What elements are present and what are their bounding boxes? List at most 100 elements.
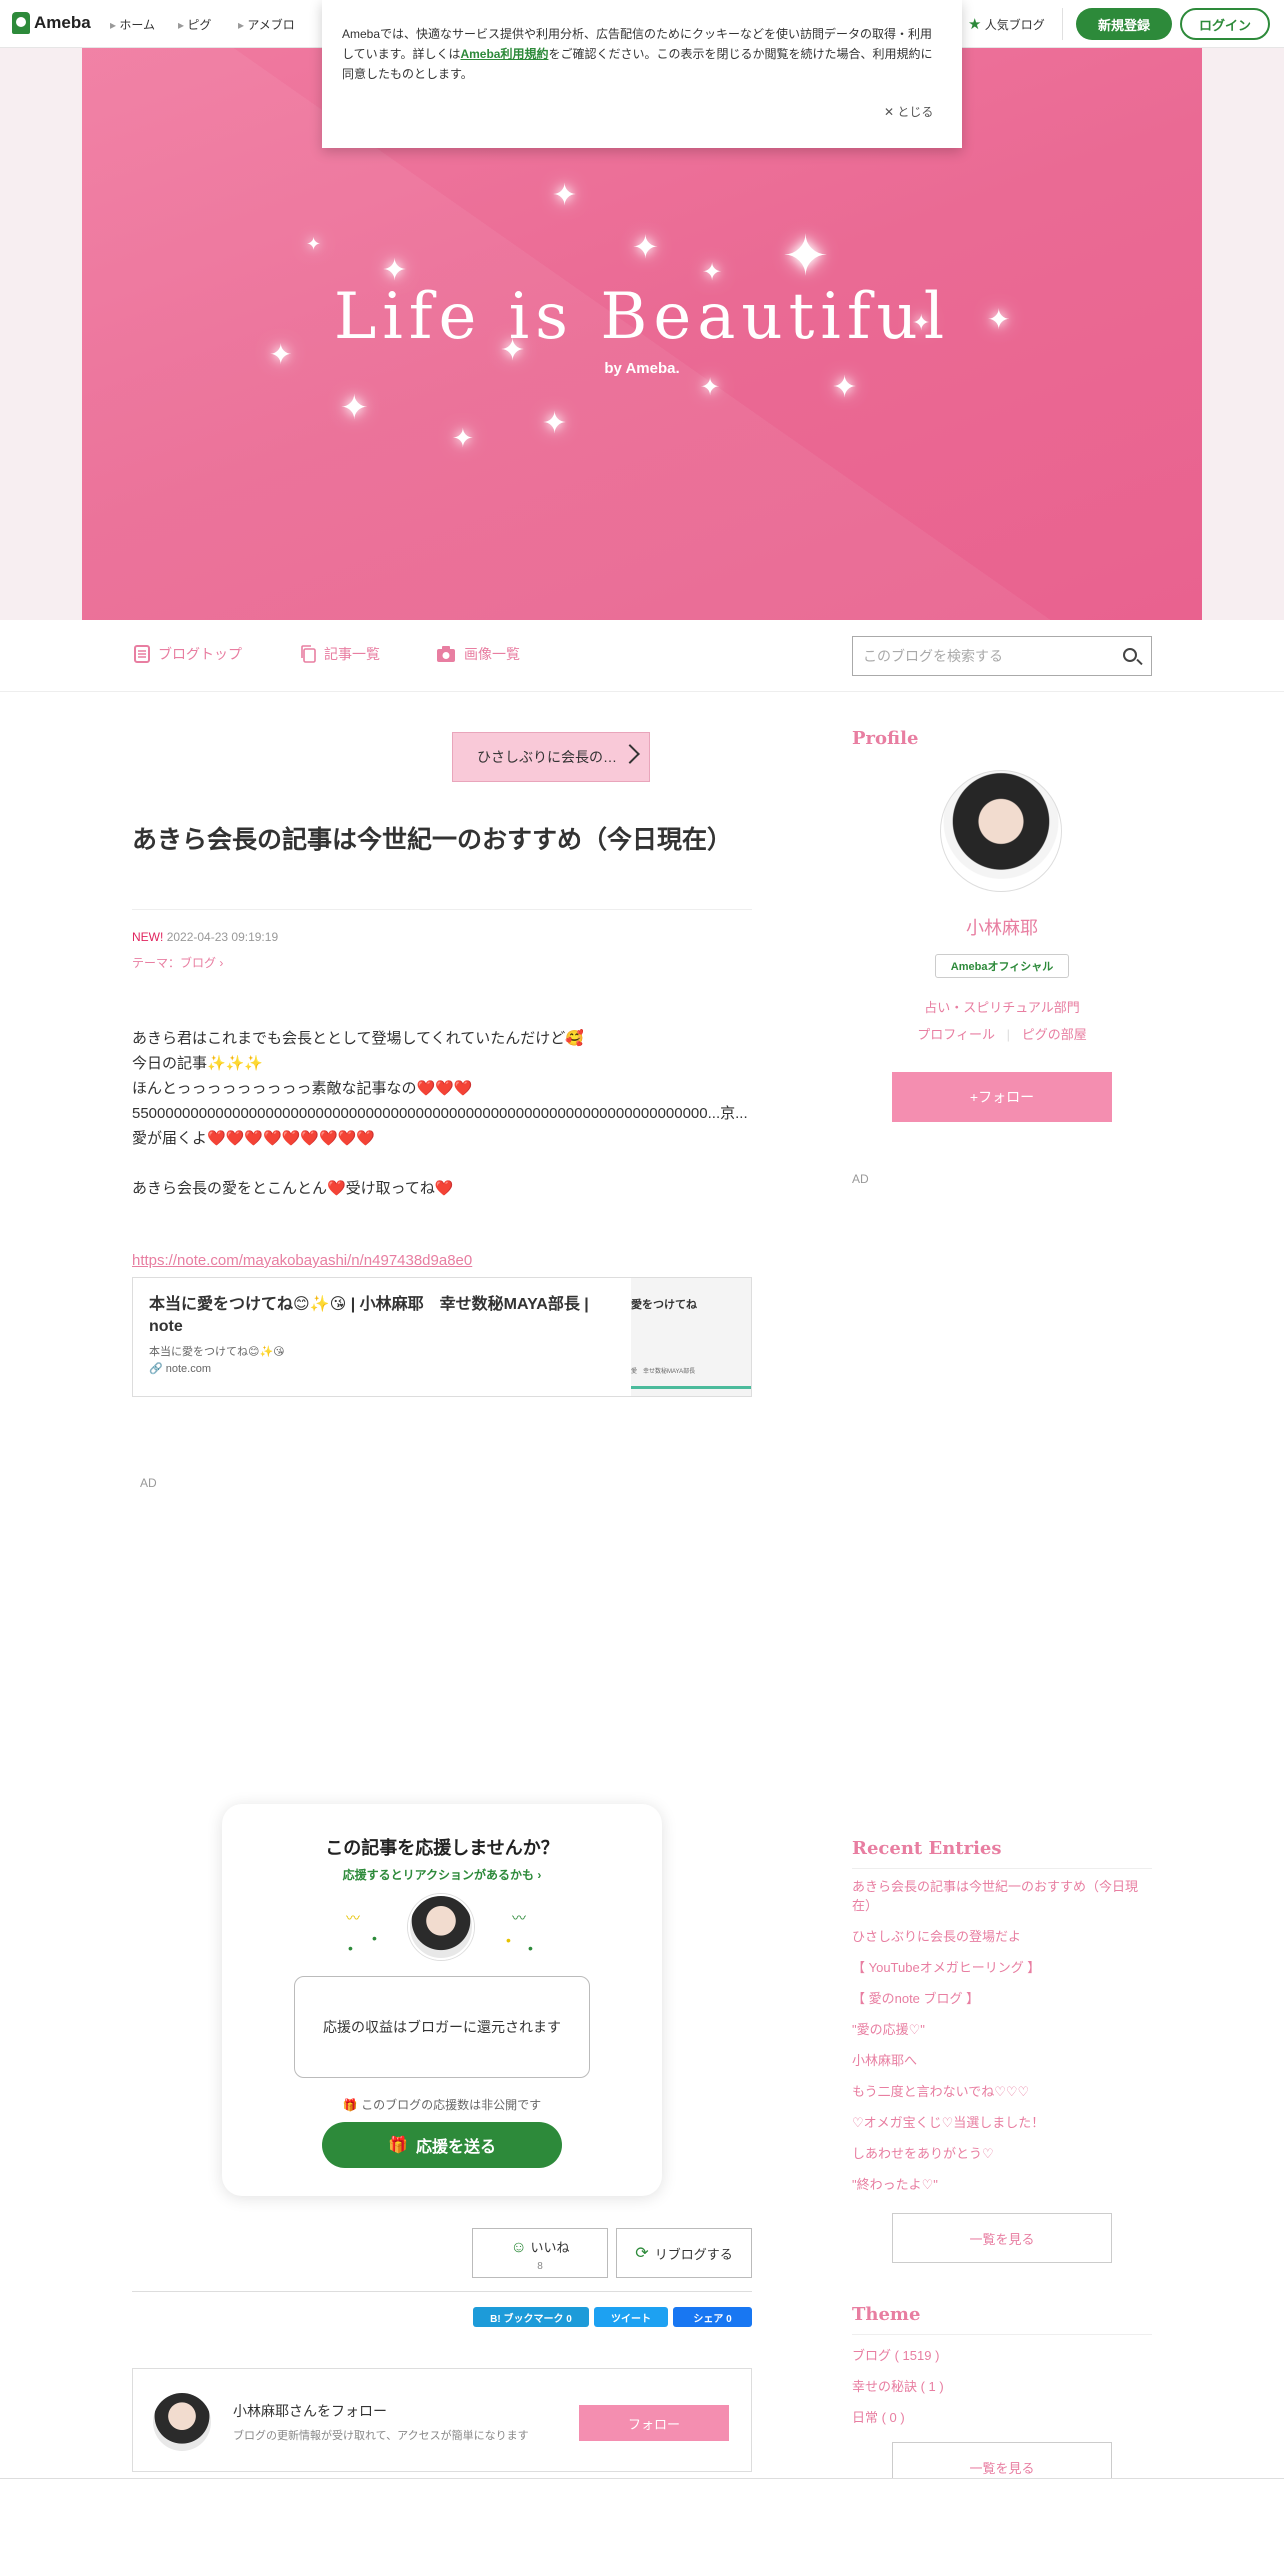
entry-theme-link[interactable]: テーマ：ブログ › [132, 954, 223, 971]
recent-entry-link[interactable]: ひさしぶりに会長の登場だよ [852, 1927, 1152, 1946]
entry-line: あきら君はこれまでも会長ととして登場してくれていたんだけど🥰 [132, 1030, 584, 1047]
entry-line: 愛が届くよ❤️❤️❤️❤️❤️❤️❤️❤️❤️ [132, 1130, 376, 1147]
nav-home-link[interactable]: ホーム [110, 16, 155, 33]
blog-search [852, 636, 1152, 676]
confetti-icon: • [348, 1940, 353, 1956]
popular-blog-link[interactable]: ★ 人気ブログ [968, 15, 1045, 33]
entry-meta: NEW! 2022-04-23 09:19:19 [132, 930, 278, 944]
footer [0, 2479, 1284, 2568]
hatena-bookmark-button[interactable]: B! ブックマーク 0 [473, 2307, 589, 2327]
reblog-icon: ⟳ [635, 2245, 649, 2262]
recent-entry-link[interactable]: 【 YouTubeオメガヒーリング 】 [852, 1958, 1152, 1977]
profile-link[interactable]: プロフィール [917, 1027, 995, 1042]
search-icon[interactable] [1123, 648, 1137, 662]
recent-entry-link[interactable]: ♡オメガ宝くじ♡当選しました！ [852, 2113, 1152, 2132]
signup-button[interactable]: 新規登録 [1076, 8, 1172, 40]
login-button[interactable]: ログイン [1180, 8, 1270, 40]
pig-room-link[interactable]: ピグの部屋 [1022, 1027, 1087, 1042]
confetti-icon: • [506, 1932, 511, 1948]
divider [132, 2291, 752, 2292]
blogger-avatar [408, 1894, 474, 1960]
send-support-button[interactable]: 🎁 応援を送る [322, 2122, 562, 2168]
divider [132, 909, 752, 910]
reblog-button[interactable]: ⟳ リブログする [616, 2228, 752, 2278]
entry-body: あきら君はこれまでも会長ととして登場してくれていたんだけど🥰 今日の記事✨✨✨ … [132, 1026, 752, 1201]
confetti-icon: • [528, 1940, 533, 1956]
close-icon: ✕ [884, 105, 895, 119]
star-icon: ★ [968, 16, 982, 33]
follow-box: 小林麻耶さんをフォロー ブログの更新情報が受け取れて、アクセスが簡単になります … [132, 2368, 752, 2472]
recent-entry-link[interactable]: もう二度と言わないでね♡♡♡ [852, 2082, 1152, 2101]
divider [852, 1868, 1152, 1869]
theme-link[interactable]: 幸せの秘訣 ( 1 ) [852, 2371, 1152, 2402]
sparkle-icon: ✦ [542, 407, 568, 440]
support-title: この記事を応援しませんか？ [325, 1838, 559, 1858]
recent-entry-link[interactable]: "愛の応援♡" [852, 2020, 1152, 2039]
confetti-icon: 〰 [512, 1910, 526, 1926]
link-card[interactable]: 本当に愛をつけてね😊✨😘 | 小林麻耶 幸せ数秘MAYA部長 | note 本当… [132, 1277, 752, 1397]
entry-datetime: 2022-04-23 09:19:19 [166, 930, 279, 944]
sparkle-icon: ✦ [552, 179, 578, 212]
profile-name[interactable]: 小林麻耶 [852, 914, 1152, 940]
copy-icon [301, 645, 316, 663]
document-icon [134, 645, 150, 663]
entry-line [132, 1151, 752, 1176]
theme-link[interactable]: ブログ ( 1519 ) [852, 2340, 1152, 2371]
theme-link[interactable]: 日常 ( 0 ) [852, 2402, 1152, 2433]
follow-description: ブログの更新情報が受け取れて、アクセスが簡単になります [233, 2430, 529, 2442]
recent-see-all-button[interactable]: 一覧を見る [892, 2213, 1112, 2263]
like-button[interactable]: ☺ いいね 8 [472, 2228, 608, 2278]
sparkle-icon: ✦ [632, 229, 659, 265]
blog-search-input[interactable] [853, 637, 1103, 675]
chevron-right-icon [620, 744, 640, 764]
support-count: 🎁 このブログの応援数は非公開です [342, 2098, 542, 2112]
profile-heading: Profile [852, 728, 919, 749]
link-card-title: 本当に愛をつけてね😊✨😘 | 小林麻耶 幸せ数秘MAYA部長 | note [149, 1296, 589, 1335]
recent-entries-heading: Recent Entries [852, 1838, 1002, 1859]
blogger-avatar [153, 2393, 211, 2451]
support-info-link[interactable]: 応援するとリアクションがあるかも › [222, 1866, 662, 1883]
gift-icon: 🎁 [388, 2137, 408, 2154]
new-badge: NEW! [132, 930, 164, 944]
gift-icon: 🎁 [342, 2098, 358, 2112]
divider [1062, 8, 1063, 40]
blog-top-link[interactable]: ブログトップ [134, 644, 242, 664]
recent-entry-link[interactable]: あきら会長の記事は今世紀一のおすすめ（今日現在） [852, 1877, 1152, 1915]
recent-entry-link[interactable]: しあわせをありがとう♡ [852, 2144, 1152, 2163]
ad-label: AD [852, 1172, 869, 1186]
official-badge: Amebaオフィシャル [935, 954, 1069, 978]
entry-line: 今日の記事✨✨✨ [132, 1055, 264, 1072]
chevron-right-icon: › [537, 1868, 542, 1882]
camera-icon [437, 646, 455, 662]
nav-pigg-link[interactable]: ピグ [178, 16, 211, 33]
terms-link[interactable]: Ameba利用規約 [460, 47, 548, 61]
blog-by-ameba: by Ameba. [604, 360, 680, 377]
sparkle-icon: ✦ [306, 234, 322, 254]
link-card-site: 🔗 note.com [149, 1363, 212, 1375]
recent-entry-link[interactable]: 小林麻耶へ [852, 2051, 1152, 2070]
chevron-right-icon: › [219, 956, 224, 970]
blog-title: Life is Beautiful [333, 280, 951, 354]
divider [852, 2334, 1152, 2335]
profile-avatar[interactable] [940, 770, 1062, 892]
confetti-icon: 〰 [346, 1910, 360, 1926]
entry-line: ほんとっっっっっっっっっ素敵な記事なの❤️❤️❤️ [132, 1080, 473, 1097]
ameba-logo[interactable]: Ameba [12, 12, 91, 34]
category-link[interactable]: 占い・スピリチュアル部門 [852, 994, 1152, 1021]
image-list-link[interactable]: 画像一覧 [436, 644, 520, 664]
sidebar-follow-button[interactable]: +フォロー [892, 1072, 1112, 1122]
recent-entry-link[interactable]: 【 愛のnote ブログ 】 [852, 1989, 1152, 2008]
nav-ameblo-link[interactable]: アメブロ [238, 16, 294, 33]
tweet-button[interactable]: ツイート [594, 2307, 668, 2327]
entry-line: あきら会長の愛をとこんとん❤️受け取ってね❤️ [132, 1180, 454, 1197]
confetti-icon: • [372, 1930, 377, 1946]
previous-entry-button[interactable]: ひさしぶりに会長の… [452, 732, 650, 782]
entry-title: あきら会長の記事は今世紀一のおすすめ（今日現在） [132, 826, 733, 854]
entry-list-link[interactable]: 記事一覧 [300, 644, 380, 664]
facebook-share-button[interactable]: シェア 0 [673, 2307, 752, 2327]
smile-icon: ☺ [510, 2239, 527, 2256]
note-link[interactable]: https://note.com/mayakobayashi/n/n497438… [132, 1252, 472, 1269]
cookie-close-button[interactable]: ✕ とじる [884, 102, 933, 122]
follow-button[interactable]: フォロー [579, 2405, 729, 2441]
recent-entry-link[interactable]: "終わったよ♡" [852, 2175, 1152, 2194]
